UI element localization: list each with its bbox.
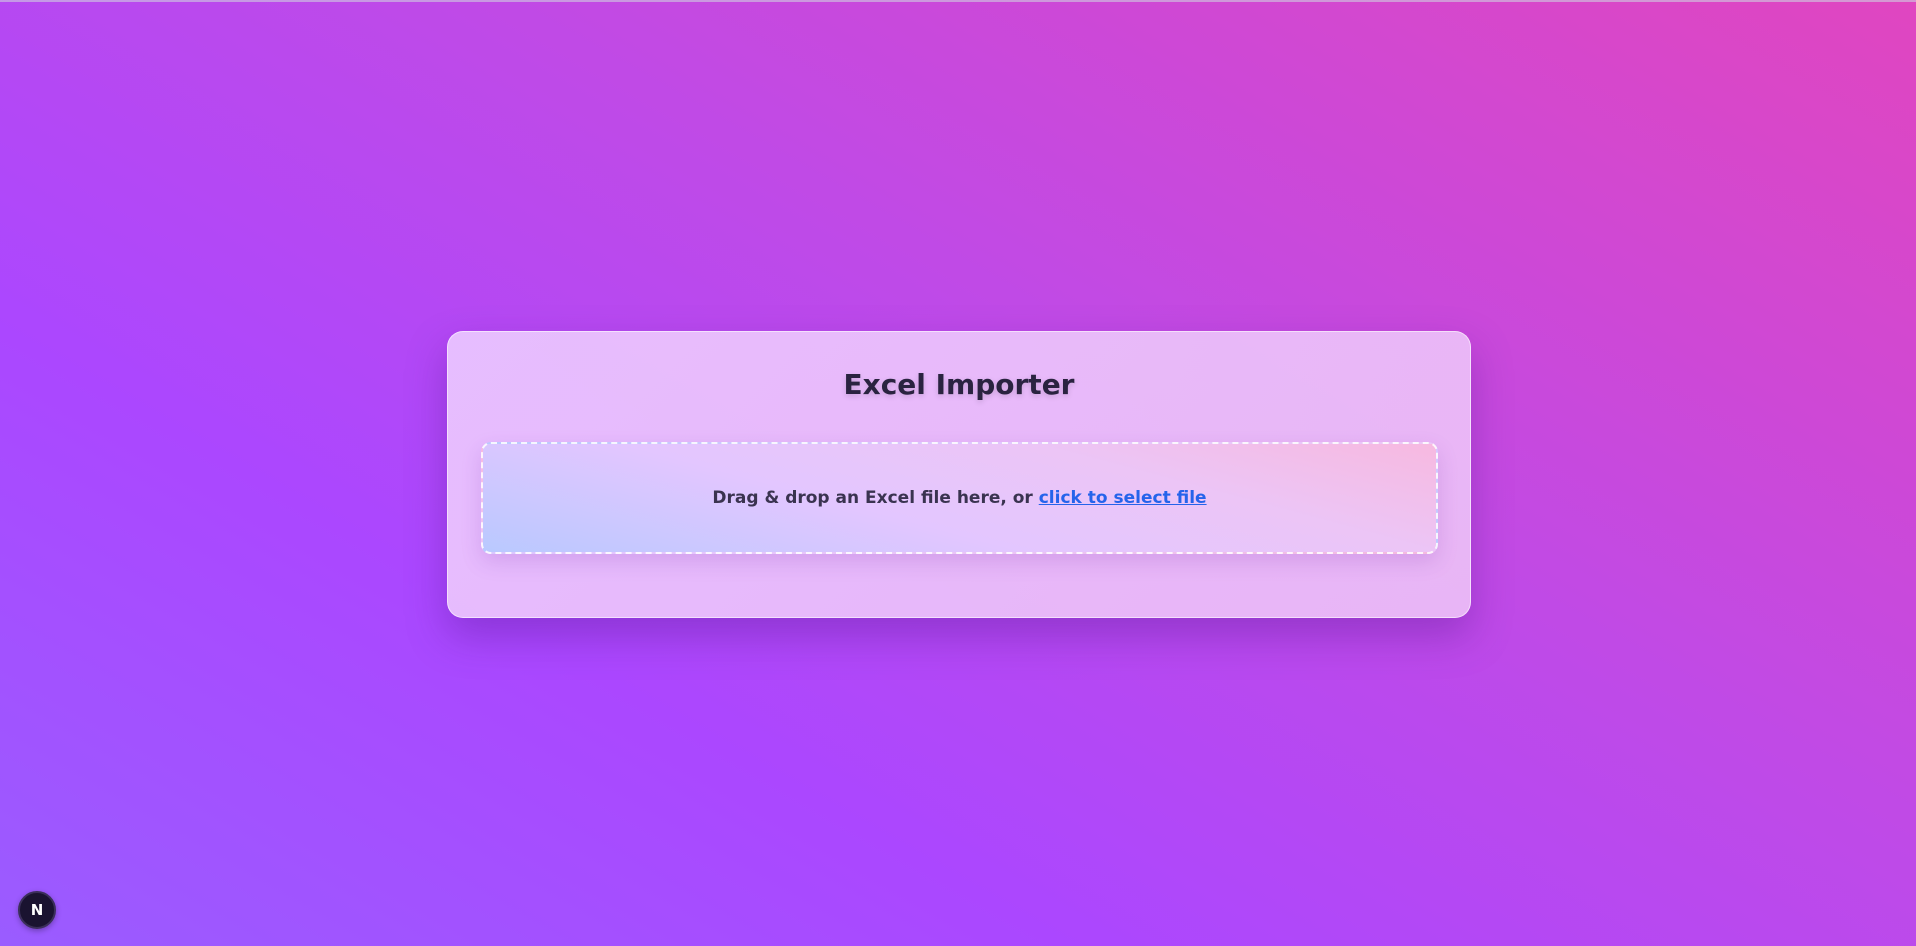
top-border-line	[0, 0, 1916, 2]
file-dropzone[interactable]: Drag & drop an Excel file here, or click…	[481, 442, 1438, 554]
importer-card: Excel Importer Drag & drop an Excel file…	[447, 331, 1471, 618]
page-title: Excel Importer	[843, 368, 1075, 401]
select-file-link[interactable]: click to select file	[1039, 488, 1207, 508]
dropzone-text-wrapper: Drag & drop an Excel file here, or click…	[712, 488, 1206, 508]
dropzone-instruction: Drag & drop an Excel file here, or	[712, 488, 1039, 508]
nextjs-dev-badge[interactable]: N	[18, 891, 56, 929]
nextjs-logo-icon: N	[30, 901, 44, 919]
